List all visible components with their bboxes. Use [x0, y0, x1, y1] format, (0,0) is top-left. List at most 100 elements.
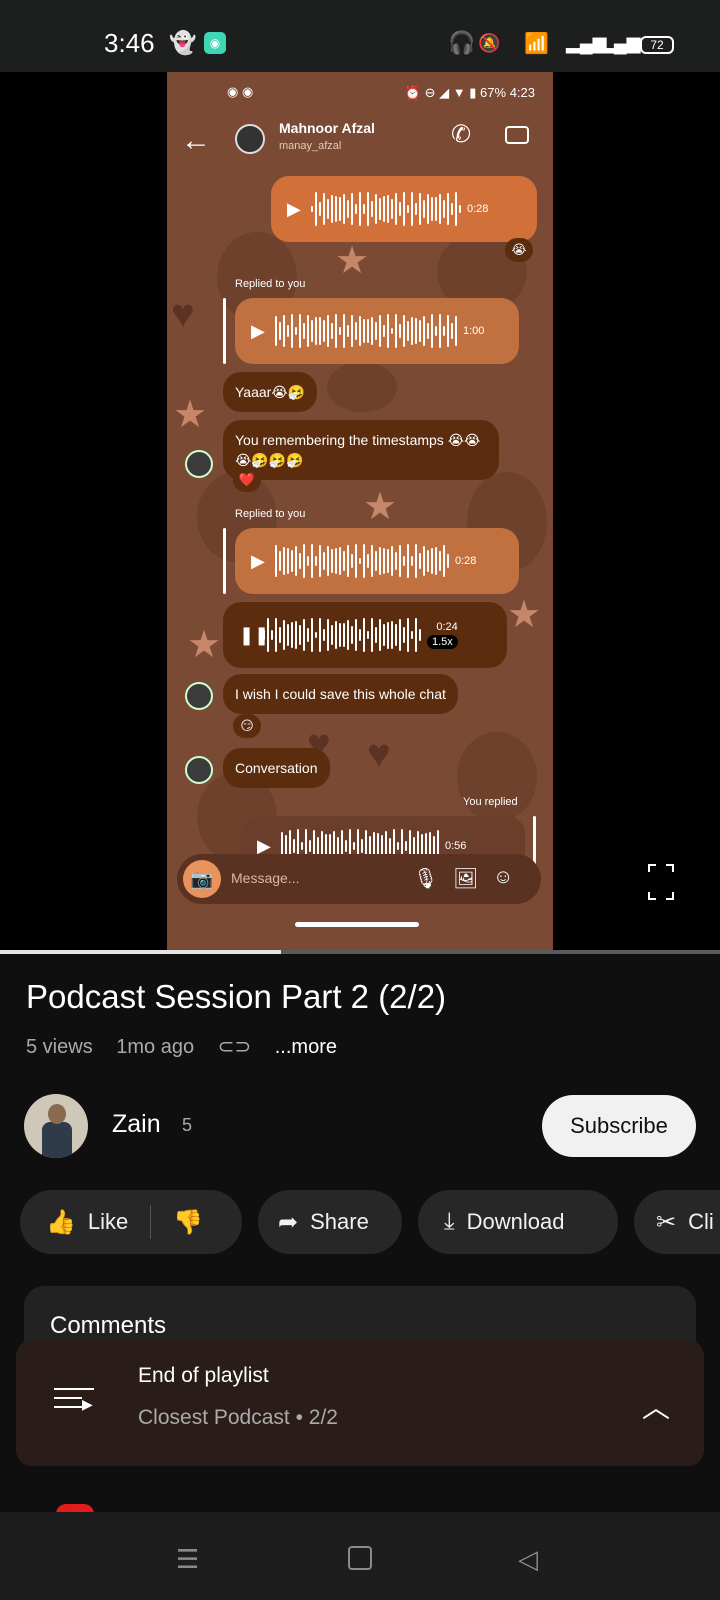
share-button[interactable]: ➦ Share	[258, 1190, 402, 1254]
like-button[interactable]: Like	[88, 1209, 128, 1235]
waveform-bar	[315, 192, 317, 226]
waveform-bar	[399, 201, 401, 217]
waveform-bar	[283, 619, 285, 651]
waveform-bar	[419, 629, 421, 641]
clip-button[interactable]: ✂ Cli	[634, 1190, 720, 1254]
waveform-bar	[279, 626, 281, 644]
video-meta[interactable]: 5 views 1mo ago ⊂⊃ ...more	[26, 1034, 355, 1059]
waveform-bar	[323, 552, 325, 570]
waveform-bar	[311, 618, 313, 652]
menu-nav-icon[interactable]: ☰	[176, 1544, 199, 1575]
more-link[interactable]: ...more	[275, 1036, 337, 1058]
home-nav-icon[interactable]	[348, 1546, 372, 1570]
voice-duration: 0:28	[455, 555, 477, 567]
waveform-bar	[319, 544, 321, 578]
reply-line	[223, 298, 226, 364]
waveform-bar	[283, 314, 285, 348]
waveform	[311, 189, 461, 229]
status-time: 3:46	[104, 28, 155, 58]
channel-name[interactable]: Zain	[112, 1110, 161, 1139]
video-title[interactable]: Podcast Session Part 2 (2/2)	[26, 978, 446, 1016]
microphone-icon: 🎙	[413, 868, 439, 890]
play-icon: ▶	[287, 198, 301, 219]
waveform-bar	[407, 618, 409, 652]
star-decor-icon: ★	[335, 240, 370, 282]
waveform-bar	[355, 618, 357, 652]
waveform-bar	[403, 315, 405, 347]
waveform-bar	[431, 547, 433, 575]
waveform-bar	[335, 196, 337, 222]
download-button[interactable]: ⤓ Download	[418, 1190, 618, 1254]
chevron-up-icon[interactable]: ︿	[642, 1386, 670, 1426]
waveform-bar	[347, 620, 349, 650]
message-bubble: I wish I could save this whole chat	[223, 674, 458, 714]
inner-status-bar: ◉ ◉ ⏰ ⊖ ◢ ▼ ▮ 67% 4:23	[227, 84, 535, 100]
waveform-bar	[391, 198, 393, 220]
waveform-bar	[375, 321, 377, 341]
waveform-bar	[371, 316, 373, 346]
thumbs-up-icon[interactable]: 👍	[46, 1208, 76, 1237]
waveform-bar	[299, 624, 301, 646]
waveform-bar	[319, 618, 321, 652]
waveform-bar	[293, 838, 295, 854]
voice-message: ▶ 0:28	[271, 176, 537, 242]
waveform-bar	[427, 322, 429, 340]
waveform-bar	[375, 627, 377, 643]
waveform-bar	[391, 621, 393, 649]
waveform-bar	[337, 836, 339, 856]
waveform-bar	[363, 618, 365, 652]
fullscreen-icon[interactable]	[648, 864, 674, 900]
avatar	[235, 124, 265, 154]
channel-avatar[interactable]	[24, 1094, 88, 1158]
message-bubble: Yaaar😭🤧	[223, 372, 318, 412]
waveform-bar	[431, 314, 433, 348]
waveform-bar	[343, 551, 345, 571]
waveform-bar	[451, 203, 453, 215]
waveform-bar	[367, 318, 369, 344]
waveform-bar	[407, 205, 409, 213]
waveform-bar	[419, 552, 421, 570]
waveform-bar	[375, 551, 377, 571]
waveform-bar	[287, 325, 289, 337]
waveform-bar	[361, 838, 363, 854]
waveform-bar	[397, 841, 399, 851]
pause-icon: ❚❚	[239, 624, 270, 645]
star-decor-icon: ★	[173, 394, 208, 436]
subscribe-button[interactable]: Subscribe	[542, 1095, 696, 1157]
waveform-bar	[387, 621, 389, 649]
waveform-bar	[391, 545, 393, 577]
waveform-bar	[439, 194, 441, 224]
playlist-panel[interactable]: ▶ End of playlist Closest Podcast • 2/2 …	[16, 1340, 704, 1466]
upload-age: 1mo ago	[116, 1036, 195, 1058]
waveform-bar	[307, 315, 309, 347]
video-player[interactable]: ♥ ♥ ♥ ★ ★ ★ ★ ★ ◉ ◉ ⏰ ⊖ ◢ ▼ ▮ 67% 4:23 ←…	[0, 72, 720, 950]
waveform-bar	[383, 624, 385, 646]
wifi-icon: 📶	[524, 32, 549, 55]
waveform-bar	[379, 197, 381, 221]
voice-duration: 0:24	[436, 621, 458, 633]
video-progress-bar[interactable]	[0, 950, 720, 954]
waveform-bar	[339, 546, 341, 576]
waveform-bar	[303, 323, 305, 339]
waveform-bar	[379, 619, 381, 651]
thumbs-down-icon[interactable]: 👎	[173, 1208, 203, 1237]
waveform-bar	[407, 320, 409, 342]
waveform-bar	[331, 194, 333, 224]
waveform-bar	[435, 196, 437, 222]
waveform-bar	[363, 204, 365, 214]
waveform-bar	[435, 547, 437, 575]
waveform-bar	[303, 544, 305, 578]
waveform-bar	[303, 619, 305, 651]
decor-cup	[327, 362, 397, 412]
back-nav-icon[interactable]: ◁	[518, 1544, 538, 1575]
waveform-bar	[359, 192, 361, 226]
chat-contact-handle: manay_afzal	[279, 140, 342, 152]
star-decor-icon: ★	[507, 594, 542, 636]
waveform-bar	[307, 556, 309, 566]
waveform-bar	[389, 838, 391, 854]
waveform-bar	[295, 621, 297, 649]
waveform-bar	[347, 545, 349, 577]
waveform-bar	[435, 326, 437, 336]
waveform	[275, 541, 449, 581]
waveform-bar	[411, 192, 413, 226]
